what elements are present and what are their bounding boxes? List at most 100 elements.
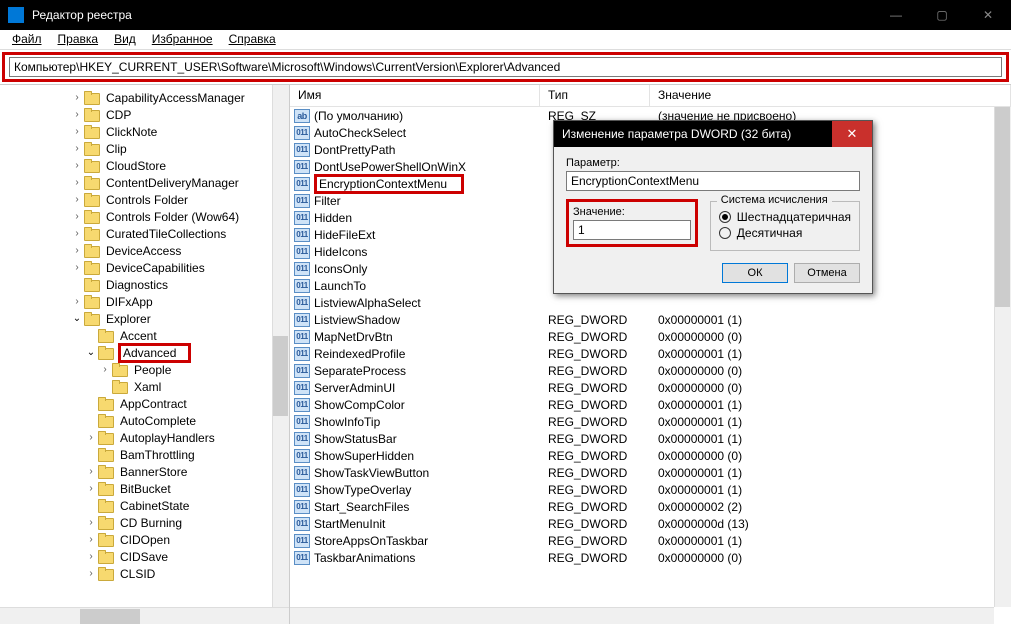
list-row[interactable]: 011ServerAdminUIREG_DWORD0x00000000 (0) xyxy=(290,379,1011,396)
row-type: REG_DWORD xyxy=(540,432,650,446)
radio-dec[interactable]: Десятичная xyxy=(719,226,851,240)
tree-item[interactable]: ›CuratedTileCollections xyxy=(0,225,289,242)
folder-icon xyxy=(98,465,114,479)
chevron-icon[interactable]: › xyxy=(70,262,84,273)
list-row[interactable]: 011ListviewShadowREG_DWORD0x00000001 (1) xyxy=(290,311,1011,328)
tree-item[interactable]: Diagnostics xyxy=(0,276,289,293)
tree-item[interactable]: AutoComplete xyxy=(0,412,289,429)
row-name: ShowCompColor xyxy=(314,398,405,412)
list-row[interactable]: 011ShowStatusBarREG_DWORD0x00000001 (1) xyxy=(290,430,1011,447)
tree-item[interactable]: ›CIDSave xyxy=(0,548,289,565)
tree-item[interactable]: ›Controls Folder (Wow64) xyxy=(0,208,289,225)
tree-item[interactable]: › CloudStore xyxy=(0,157,289,174)
dialog-close-button[interactable]: ✕ xyxy=(832,121,872,147)
tree-item[interactable]: ›Controls Folder xyxy=(0,191,289,208)
reg-value-icon: 011 xyxy=(294,194,310,208)
chevron-icon[interactable]: › xyxy=(98,364,112,375)
param-input[interactable] xyxy=(566,171,860,191)
list-row[interactable]: 011ShowCompColorREG_DWORD0x00000001 (1) xyxy=(290,396,1011,413)
tree-item[interactable]: ›CDP xyxy=(0,106,289,123)
chevron-icon[interactable]: › xyxy=(84,517,98,528)
chevron-icon[interactable]: › xyxy=(70,177,84,188)
tree-item[interactable]: ›Clip xyxy=(0,140,289,157)
menu-view[interactable]: Вид xyxy=(106,30,144,49)
col-name-header[interactable]: Имя xyxy=(290,85,540,106)
tree-item[interactable]: Accent xyxy=(0,327,289,344)
tree-item[interactable]: ›ClickNote xyxy=(0,123,289,140)
tree-item[interactable]: ›DeviceCapabilities xyxy=(0,259,289,276)
chevron-icon[interactable]: › xyxy=(84,483,98,494)
chevron-icon[interactable]: › xyxy=(70,245,84,256)
reg-value-icon: 011 xyxy=(294,432,310,446)
tree-item[interactable]: Xaml xyxy=(0,378,289,395)
list-row[interactable]: 011TaskbarAnimationsREG_DWORD0x00000000 … xyxy=(290,549,1011,566)
cancel-button[interactable]: Отмена xyxy=(794,263,860,283)
chevron-icon[interactable]: › xyxy=(70,126,84,137)
tree-item[interactable]: ›CapabilityAccessManager xyxy=(0,89,289,106)
chevron-icon[interactable]: › xyxy=(70,194,84,205)
tree-item[interactable]: ›People xyxy=(0,361,289,378)
chevron-icon[interactable]: › xyxy=(70,109,84,120)
tree-item[interactable]: ›DeviceAccess xyxy=(0,242,289,259)
value-input[interactable] xyxy=(573,220,691,240)
chevron-icon[interactable]: › xyxy=(70,228,84,239)
menu-favorites[interactable]: Избранное xyxy=(144,30,221,49)
tree-item[interactable]: ›CLSID xyxy=(0,565,289,582)
ok-button[interactable]: ОК xyxy=(722,263,788,283)
tree-item[interactable]: ›CIDOpen xyxy=(0,531,289,548)
chevron-icon[interactable]: › xyxy=(84,568,98,579)
list-row[interactable]: 011MapNetDrvBtnREG_DWORD0x00000000 (0) xyxy=(290,328,1011,345)
maximize-button[interactable]: ▢ xyxy=(919,0,965,30)
chevron-icon[interactable]: › xyxy=(70,296,84,307)
row-type: REG_DWORD xyxy=(540,398,650,412)
chevron-icon[interactable]: › xyxy=(70,92,84,103)
tree-item[interactable]: CabinetState xyxy=(0,497,289,514)
tree-hscroll[interactable] xyxy=(0,607,289,624)
radio-hex[interactable]: Шестнадцатеричная xyxy=(719,210,851,224)
minimize-button[interactable]: — xyxy=(873,0,919,30)
tree-item[interactable]: ⌄Advanced xyxy=(0,344,289,361)
tree-item[interactable]: ›DIFxApp xyxy=(0,293,289,310)
list-row[interactable]: 011ShowTaskViewButtonREG_DWORD0x00000001… xyxy=(290,464,1011,481)
tree-item[interactable]: ›BitBucket xyxy=(0,480,289,497)
chevron-icon[interactable]: ⌄ xyxy=(84,347,98,358)
list-row[interactable]: 011ShowSuperHiddenREG_DWORD0x00000000 (0… xyxy=(290,447,1011,464)
chevron-icon[interactable]: › xyxy=(70,143,84,154)
menu-edit[interactable]: Правка xyxy=(50,30,107,49)
list-vscroll[interactable] xyxy=(994,107,1011,607)
tree-item[interactable]: ⌄Explorer xyxy=(0,310,289,327)
dialog-titlebar[interactable]: Изменение параметра DWORD (32 бита) ✕ xyxy=(554,121,872,147)
tree-vscroll[interactable] xyxy=(272,85,289,607)
tree-item[interactable]: ›CD Burning xyxy=(0,514,289,531)
tree-item[interactable]: BamThrottling xyxy=(0,446,289,463)
menu-help[interactable]: Справка xyxy=(221,30,284,49)
col-type-header[interactable]: Тип xyxy=(540,85,650,106)
tree-item[interactable]: ›BannerStore xyxy=(0,463,289,480)
list-row[interactable]: 011ReindexedProfileREG_DWORD0x00000001 (… xyxy=(290,345,1011,362)
list-row[interactable]: 011StoreAppsOnTaskbarREG_DWORD0x00000001… xyxy=(290,532,1011,549)
tree-item[interactable]: ›AutoplayHandlers xyxy=(0,429,289,446)
chevron-icon[interactable]: › xyxy=(84,432,98,443)
tree-item[interactable]: AppContract xyxy=(0,395,289,412)
chevron-icon[interactable]: › xyxy=(84,551,98,562)
address-input[interactable] xyxy=(9,57,1002,77)
list-row[interactable]: 011Start_SearchFilesREG_DWORD0x00000002 … xyxy=(290,498,1011,515)
chevron-icon[interactable]: › xyxy=(84,534,98,545)
chevron-icon[interactable]: › xyxy=(70,160,84,171)
tree-item[interactable]: ›ContentDeliveryManager xyxy=(0,174,289,191)
menu-file[interactable]: Файл xyxy=(4,30,50,49)
tree-item-label: BamThrottling xyxy=(118,448,197,462)
list-row[interactable]: 011ShowTypeOverlayREG_DWORD0x00000001 (1… xyxy=(290,481,1011,498)
col-value-header[interactable]: Значение xyxy=(650,85,1011,106)
list-row[interactable]: 011StartMenuInitREG_DWORD0x0000000d (13) xyxy=(290,515,1011,532)
list-row[interactable]: 011ListviewAlphaSelect xyxy=(290,294,1011,311)
chevron-icon[interactable]: › xyxy=(84,466,98,477)
list-row[interactable]: 011SeparateProcessREG_DWORD0x00000000 (0… xyxy=(290,362,1011,379)
chevron-icon[interactable]: › xyxy=(70,211,84,222)
tree-item-label: CloudStore xyxy=(104,159,168,173)
close-button[interactable]: ✕ xyxy=(965,0,1011,30)
list-hscroll[interactable] xyxy=(290,607,994,624)
chevron-icon[interactable]: ⌄ xyxy=(70,313,84,324)
row-name: HideIcons xyxy=(314,245,367,259)
list-row[interactable]: 011ShowInfoTipREG_DWORD0x00000001 (1) xyxy=(290,413,1011,430)
